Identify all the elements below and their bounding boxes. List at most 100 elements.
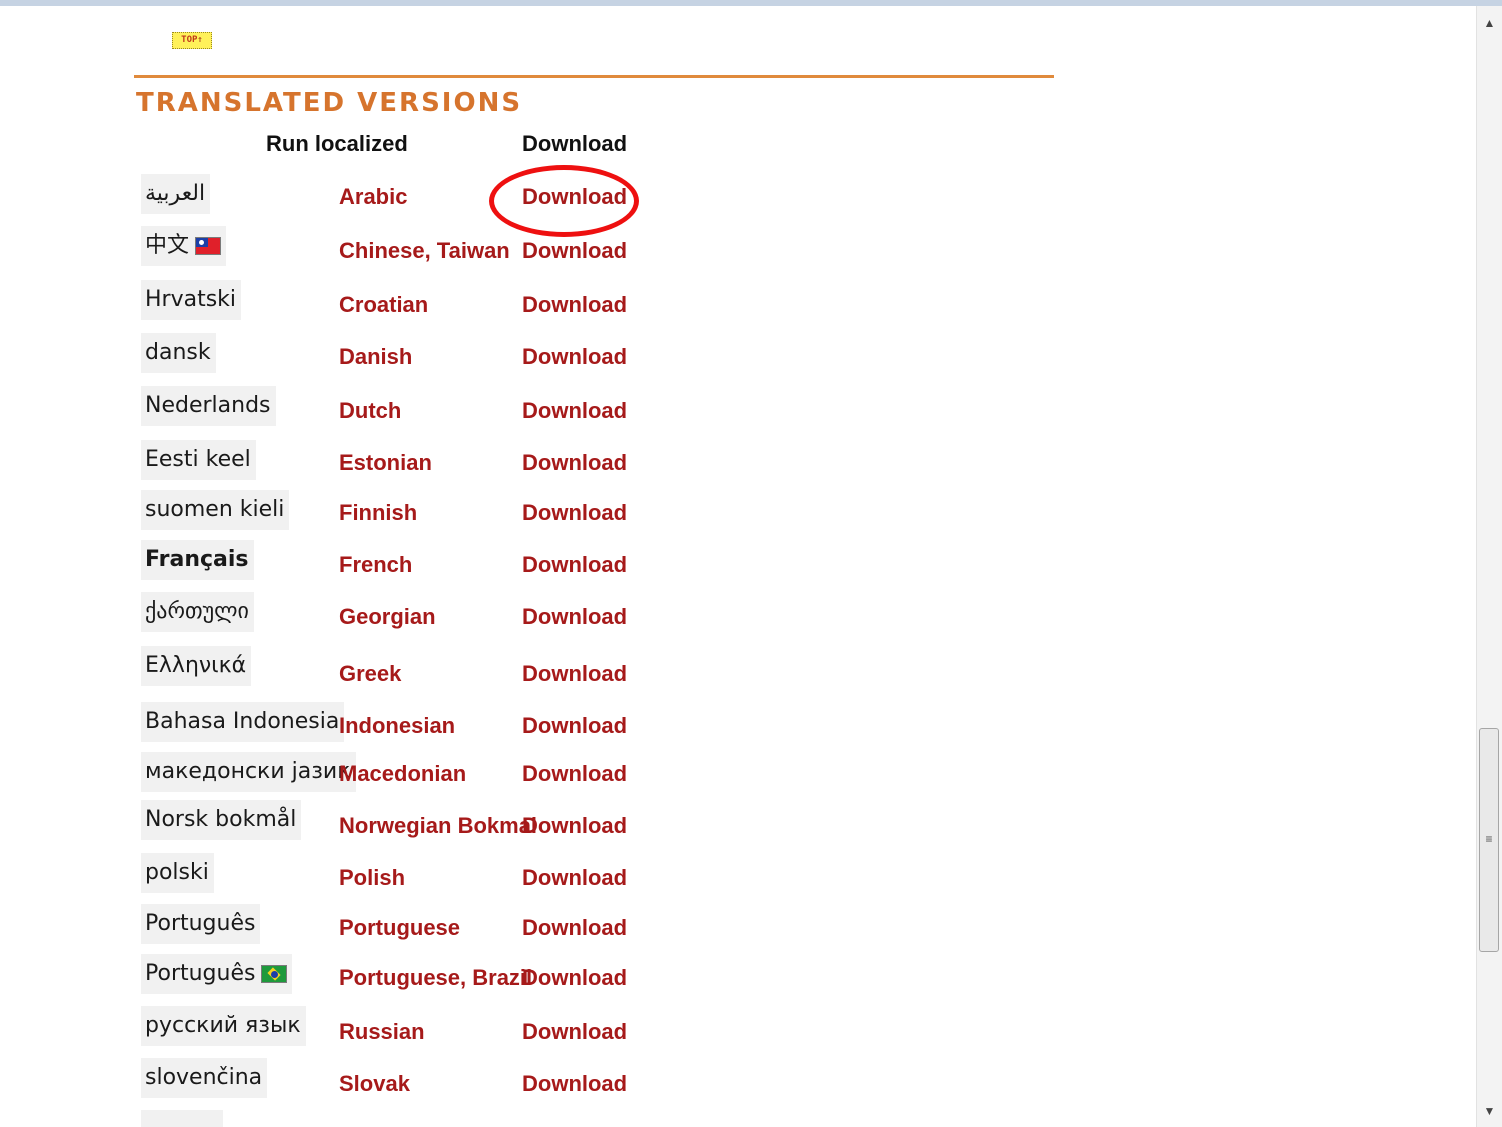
native-name-estonian: Eesti keel (141, 440, 256, 480)
native-label: Norsk bokmål (145, 807, 297, 832)
download-indonesian-link[interactable]: Download (522, 713, 627, 739)
native-name-chinese: 中文 (141, 226, 227, 266)
native-name-finnish: suomen kieli (141, 490, 290, 530)
download-danish-link[interactable]: Download (522, 344, 627, 370)
native-label: suomen kieli (145, 497, 285, 522)
download-portuguese-link[interactable]: Download (522, 915, 627, 941)
download-slovak-link[interactable]: Download (522, 1071, 627, 1097)
native-label: русский язык (145, 1013, 301, 1038)
language-row-french: Français French Download (0, 540, 700, 590)
language-row-slovak: slovenčina Slovak Download (0, 1058, 700, 1108)
download-header: Download (522, 131, 628, 156)
download-arabic-link[interactable]: Download (522, 184, 627, 210)
run-localized-russian-link[interactable]: Russian (339, 1019, 425, 1045)
run-localized-greek-link[interactable]: Greek (339, 661, 401, 687)
download-estonian-link[interactable]: Download (522, 450, 627, 476)
back-to-top-link[interactable]: TOP↑ (172, 32, 212, 49)
run-localized-norwegian-link[interactable]: Norwegian Bokmal (339, 813, 537, 839)
download-greek-link[interactable]: Download (522, 661, 627, 687)
download-russian-link[interactable]: Download (522, 1019, 627, 1045)
native-name-croatian: Hrvatski (141, 280, 242, 320)
scroll-down-arrow-icon[interactable]: ▼ (1477, 1100, 1502, 1122)
native-name-danish: dansk (141, 333, 216, 373)
download-portuguese-brazil-link[interactable]: Download (522, 965, 627, 991)
download-macedonian-link[interactable]: Download (522, 761, 627, 787)
native-label: Português (145, 911, 256, 936)
language-row-macedonian: македонски јазик Macedonian Download (0, 752, 700, 802)
download-french-link[interactable]: Download (522, 552, 627, 578)
scroll-up-arrow-icon[interactable]: ▲ (1477, 12, 1502, 34)
native-name-slovak: slovenčina (141, 1058, 268, 1098)
language-row-danish: dansk Danish Download (0, 333, 700, 383)
native-name-arabic: العربية (141, 174, 211, 214)
native-label: dansk (145, 340, 211, 365)
run-localized-slovak-link[interactable]: Slovak (339, 1071, 410, 1097)
run-localized-dutch-link[interactable]: Dutch (339, 398, 401, 424)
native-label: ქართული (145, 599, 249, 624)
language-row-polish: polski Polish Download (0, 853, 700, 903)
vertical-scrollbar[interactable]: ▲ ≡ ▼ (1476, 6, 1502, 1127)
language-row-finnish: suomen kieli Finnish Download (0, 490, 700, 540)
run-localized-header: Run localized (266, 131, 408, 156)
language-row-russian: русский язык Russian Download (0, 1006, 700, 1056)
run-localized-croatian-link[interactable]: Croatian (339, 292, 428, 318)
run-localized-indonesian-link[interactable]: Indonesian (339, 713, 455, 739)
native-name-russian: русский язык (141, 1006, 306, 1046)
native-label: Nederlands (145, 393, 271, 418)
native-name-norwegian: Norsk bokmål (141, 800, 302, 840)
native-label: 中文 (145, 233, 190, 258)
run-localized-estonian-link[interactable]: Estonian (339, 450, 432, 476)
native-label: македонски јазик (145, 759, 351, 784)
native-name-macedonian: македонски јазик (141, 752, 356, 792)
native-label: slovenčina (145, 1065, 263, 1090)
taiwan-flag-icon (195, 237, 222, 255)
run-localized-french-link[interactable]: French (339, 552, 412, 578)
grip-icon: ≡ (1485, 832, 1493, 846)
language-row-portuguese: Português Portuguese Download (0, 904, 700, 954)
run-localized-macedonian-link[interactable]: Macedonian (339, 761, 466, 787)
run-localized-portuguese-link[interactable]: Portuguese (339, 915, 460, 941)
run-localized-danish-link[interactable]: Danish (339, 344, 412, 370)
native-label: Bahasa Indonesia (145, 709, 340, 734)
native-label: Hrvatski (145, 287, 237, 312)
run-localized-finnish-link[interactable]: Finnish (339, 500, 417, 526)
run-localized-chinese-taiwan-link[interactable]: Chinese, Taiwan (339, 238, 510, 264)
run-localized-portuguese-brazil-link[interactable]: Portuguese, Brazil (339, 965, 532, 991)
language-row-norwegian: Norsk bokmål Norwegian Bokmal Download (0, 800, 700, 850)
native-name-indonesian: Bahasa Indonesia (141, 702, 345, 742)
native-name-french: Français (141, 540, 254, 580)
native-label: Português (145, 961, 256, 986)
native-name-dutch: Nederlands (141, 386, 276, 426)
download-chinese-taiwan-link[interactable]: Download (522, 238, 627, 264)
browser-top-border (0, 0, 1502, 6)
run-localized-polish-link[interactable]: Polish (339, 865, 405, 891)
native-label: Français (145, 547, 249, 572)
scrollbar-thumb[interactable]: ≡ (1479, 728, 1499, 952)
download-dutch-link[interactable]: Download (522, 398, 627, 424)
language-row-greek: Ελληνικά Greek Download (0, 646, 700, 696)
brazil-flag-icon (261, 965, 288, 983)
language-row-georgian: ქართული Georgian Download (0, 592, 700, 642)
download-croatian-link[interactable]: Download (522, 292, 627, 318)
language-row-arabic: العربية Arabic Download (0, 174, 700, 224)
next-language-row-partial (141, 1110, 223, 1127)
download-polish-link[interactable]: Download (522, 865, 627, 891)
native-name-georgian: ქართული (141, 592, 254, 632)
native-label: Eesti keel (145, 447, 251, 472)
download-georgian-link[interactable]: Download (522, 604, 627, 630)
language-row-portuguese-brazil: Português Portuguese, Brazil Download (0, 954, 700, 1004)
run-localized-georgian-link[interactable]: Georgian (339, 604, 436, 630)
back-to-top-label: TOP (181, 35, 198, 45)
language-row-dutch: Nederlands Dutch Download (0, 386, 700, 436)
download-finnish-link[interactable]: Download (522, 500, 627, 526)
language-row-estonian: Eesti keel Estonian Download (0, 440, 700, 490)
language-row-chinese-taiwan: 中文 Chinese, Taiwan Download (0, 226, 700, 276)
section-divider (134, 75, 1054, 78)
up-arrow-icon: ↑ (197, 35, 203, 45)
native-label: polski (145, 860, 209, 885)
native-name-portuguese: Português (141, 904, 261, 944)
download-norwegian-link[interactable]: Download (522, 813, 627, 839)
section-title: TRANSLATED VERSIONS (136, 88, 523, 118)
page: TOP↑ TRANSLATED VERSIONS Run localized D… (0, 0, 1502, 1127)
run-localized-arabic-link[interactable]: Arabic (339, 184, 407, 210)
